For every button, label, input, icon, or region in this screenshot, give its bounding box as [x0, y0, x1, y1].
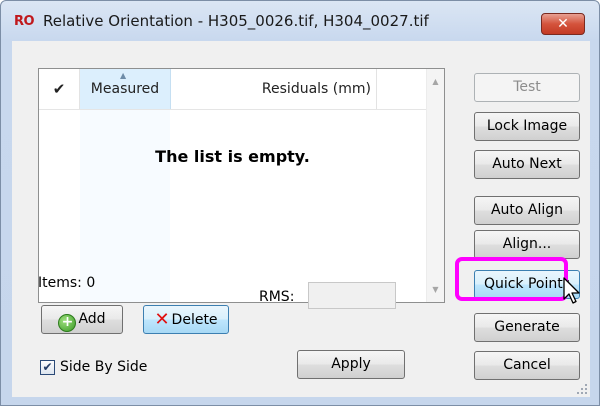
dialog-body: ✔ ▲ Measured Residuals (mm) The list is … — [12, 41, 590, 397]
relative-orientation-dialog: RO Relative Orientation - H305_0026.tif,… — [0, 0, 600, 406]
apply-button[interactable]: Apply — [297, 350, 405, 379]
test-button[interactable]: Test — [474, 73, 580, 102]
close-button[interactable]: ✕ — [541, 13, 585, 35]
column-header-residuals[interactable]: Residuals (mm) — [171, 69, 377, 109]
side-by-side-label: Side By Side — [60, 359, 148, 375]
cancel-button[interactable]: Cancel — [474, 351, 580, 380]
auto-align-button[interactable]: Auto Align — [474, 196, 580, 225]
generate-button[interactable]: Generate — [474, 313, 580, 342]
add-button[interactable]: + Add — [41, 305, 123, 334]
items-count-label: Items: 0 — [38, 275, 96, 291]
resize-grip-icon[interactable] — [574, 381, 588, 395]
side-by-side-checkbox[interactable]: ✔ — [40, 360, 55, 375]
rms-label: RMS: — [259, 289, 295, 305]
list-vertical-scrollbar[interactable]: ▲ ▼ — [426, 69, 444, 302]
window-title: Relative Orientation - H305_0026.tif, H3… — [43, 12, 429, 30]
lock-image-button[interactable]: Lock Image — [474, 112, 580, 141]
add-icon: + — [58, 314, 77, 332]
column-header-measured[interactable]: ▲ Measured — [80, 69, 171, 109]
list-header: ✔ ▲ Measured Residuals (mm) — [39, 69, 426, 110]
column-header-measured-label: Measured — [90, 81, 160, 97]
auto-next-button[interactable]: Auto Next — [474, 150, 580, 179]
sorted-column-highlight — [80, 110, 170, 302]
delete-button[interactable]: ✕ Delete — [143, 305, 229, 334]
rms-value-field — [308, 282, 396, 309]
points-list[interactable]: ✔ ▲ Measured Residuals (mm) The list is … — [38, 68, 445, 303]
title-bar[interactable]: RO Relative Orientation - H305_0026.tif,… — [1, 1, 599, 41]
mouse-pointer-icon — [563, 277, 580, 304]
app-icon: RO — [14, 14, 35, 29]
column-header-check[interactable]: ✔ — [39, 69, 80, 109]
add-button-label: Add — [78, 311, 106, 327]
close-icon: ✕ — [557, 16, 569, 32]
align-button[interactable]: Align... — [474, 230, 580, 259]
sort-ascending-icon: ▲ — [120, 71, 127, 80]
delete-icon: ✕ — [154, 309, 170, 330]
scroll-up-icon[interactable]: ▲ — [427, 77, 444, 86]
quick-points-highlight — [455, 257, 568, 301]
delete-button-label: Delete — [171, 312, 218, 328]
empty-list-message: The list is empty. — [155, 147, 310, 166]
scroll-down-icon[interactable]: ▼ — [427, 285, 444, 294]
